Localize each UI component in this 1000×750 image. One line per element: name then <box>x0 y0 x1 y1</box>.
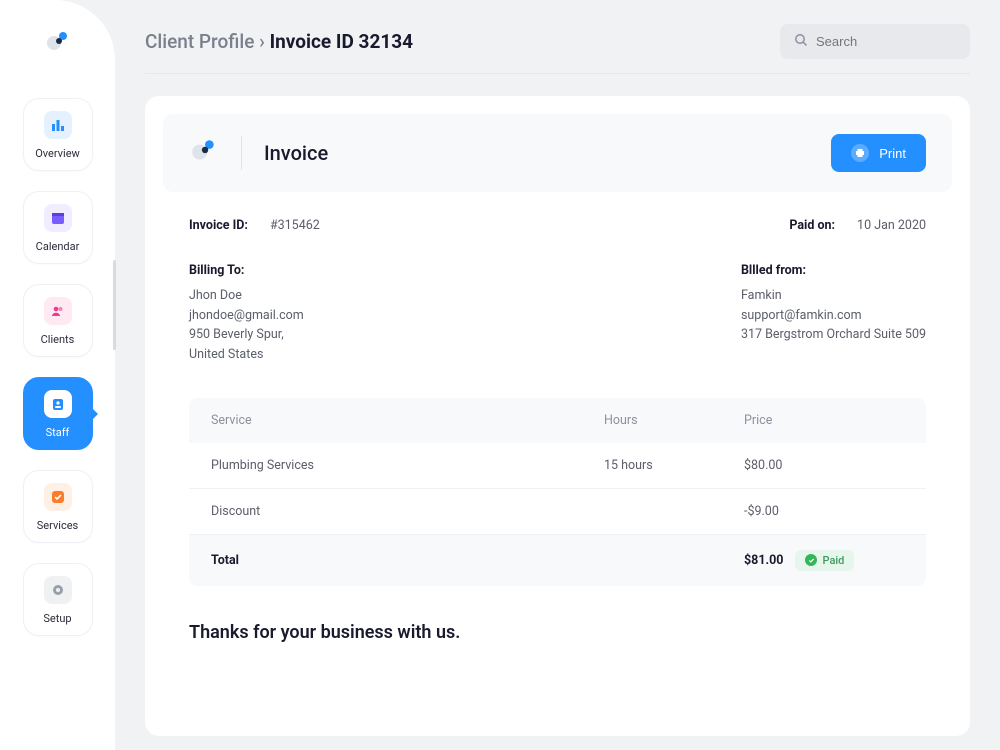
search-icon <box>794 32 808 51</box>
billing-to-street: 950 Beverly Spur, <box>189 325 304 344</box>
paid-badge-label: Paid <box>822 554 844 567</box>
sidebar-item-services[interactable]: Services <box>23 470 93 543</box>
sidebar: Overview Calendar Clients Staff Services <box>0 0 115 750</box>
badge-icon <box>44 390 72 418</box>
invoice-meta: Invoice ID: #315462 Paid on: 10 Jan 2020 <box>145 192 970 233</box>
sidebar-item-staff[interactable]: Staff <box>23 377 93 450</box>
table-total-row: Total $81.00 Paid <box>189 535 926 586</box>
sidebar-item-clients[interactable]: Clients <box>23 284 93 357</box>
sidebar-item-overview[interactable]: Overview <box>23 98 93 171</box>
main-content: Client Profile › Invoice ID 32134 <box>115 0 1000 750</box>
print-icon <box>851 144 869 162</box>
invoice-id-value: #315462 <box>270 218 320 233</box>
card-title: Invoice <box>264 141 328 165</box>
invoice-logo-icon <box>189 136 219 170</box>
breadcrumb-parent[interactable]: Client Profile <box>145 30 254 53</box>
print-button[interactable]: Print <box>831 134 926 172</box>
bar-chart-icon <box>44 111 72 139</box>
paid-on-value: 10 Jan 2020 <box>857 218 926 233</box>
sidebar-item-label: Setup <box>43 612 71 625</box>
billing-to-block: Billing To: Jhon Doe jhondoe@gmail.com 9… <box>189 261 304 364</box>
cell-service: Discount <box>211 504 604 519</box>
cell-price: $80.00 <box>744 458 904 473</box>
billing-to-country: United States <box>189 345 304 364</box>
card-header: Invoice Print <box>163 114 952 192</box>
invoice-id-label: Invoice ID: <box>189 218 248 233</box>
breadcrumb-current: Invoice ID 32134 <box>270 30 413 53</box>
print-label: Print <box>879 146 906 161</box>
th-service: Service <box>211 413 604 428</box>
check-icon <box>44 483 72 511</box>
cell-service: Plumbing Services <box>211 458 604 473</box>
people-icon <box>44 297 72 325</box>
sidebar-item-label: Services <box>37 519 78 532</box>
billing-to-name: Jhon Doe <box>189 286 304 305</box>
invoice-table: Service Hours Price Plumbing Services 15… <box>189 398 926 586</box>
total-price: $81.00 <box>744 553 783 568</box>
billed-from-name: Famkin <box>741 286 926 305</box>
table-row: Discount -$9.00 <box>189 489 926 535</box>
app-logo <box>44 28 72 60</box>
sidebar-item-label: Overview <box>35 147 80 160</box>
divider <box>241 136 242 170</box>
cell-hours: 15 hours <box>604 458 744 473</box>
search-input[interactable] <box>816 34 956 49</box>
table-header: Service Hours Price <box>189 398 926 443</box>
billed-from-street: 317 Bergstrom Orchard Suite 509 <box>741 325 926 344</box>
paid-on-label: Paid on: <box>789 218 835 233</box>
table-row: Plumbing Services 15 hours $80.00 <box>189 443 926 489</box>
top-bar: Client Profile › Invoice ID 32134 <box>145 24 970 74</box>
check-circle-icon <box>805 554 817 566</box>
sidebar-item-label: Staff <box>46 426 70 439</box>
th-hours: Hours <box>604 413 744 428</box>
gear-icon <box>44 576 72 604</box>
paid-badge: Paid <box>795 550 854 571</box>
search-box[interactable] <box>780 24 970 59</box>
billed-from-email: support@famkin.com <box>741 306 926 325</box>
total-label: Total <box>211 553 604 568</box>
sidebar-item-label: Calendar <box>36 240 80 253</box>
th-price: Price <box>744 413 904 428</box>
sidebar-item-label: Clients <box>41 333 75 346</box>
cell-price: -$9.00 <box>744 504 904 519</box>
thanks-message: Thanks for your business with us. <box>145 586 970 643</box>
calendar-icon <box>44 204 72 232</box>
billed-from-block: Bllled from: Famkin support@famkin.com 3… <box>741 261 926 364</box>
breadcrumb: Client Profile › Invoice ID 32134 <box>145 30 413 53</box>
breadcrumb-separator: › <box>259 30 269 53</box>
billed-from-label: Bllled from: <box>741 261 926 280</box>
invoice-card: Invoice Print Invoice ID: #315462 Paid o… <box>145 96 970 736</box>
sidebar-item-setup[interactable]: Setup <box>23 563 93 636</box>
address-row: Billing To: Jhon Doe jhondoe@gmail.com 9… <box>145 233 970 364</box>
billing-to-label: Billing To: <box>189 261 304 280</box>
sidebar-item-calendar[interactable]: Calendar <box>23 191 93 264</box>
billing-to-email: jhondoe@gmail.com <box>189 306 304 325</box>
